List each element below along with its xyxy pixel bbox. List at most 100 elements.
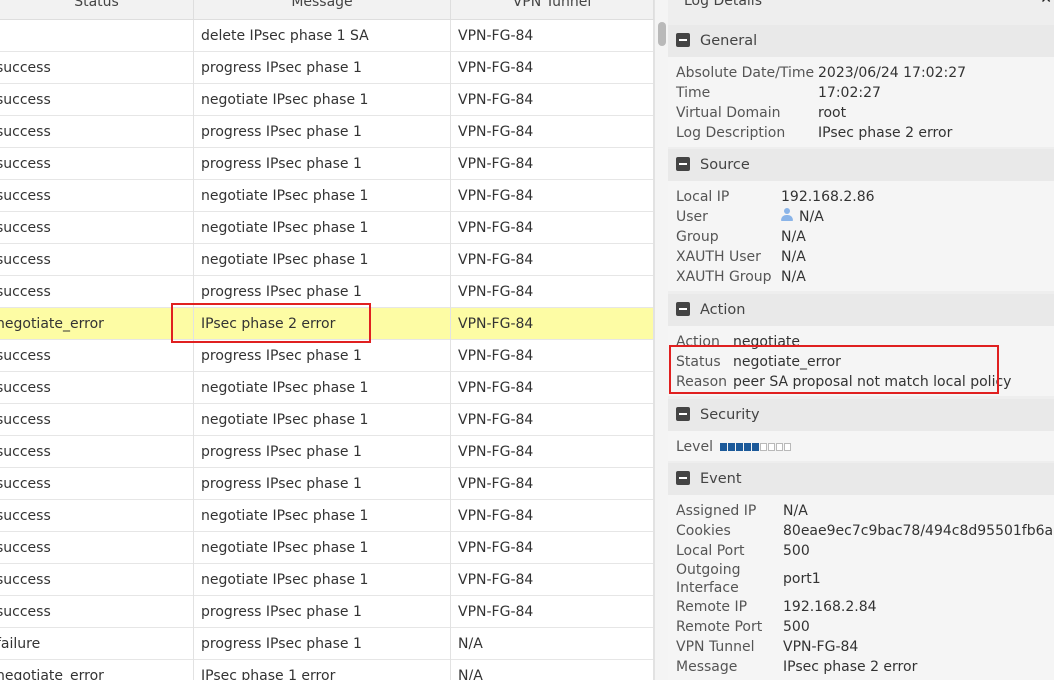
- cell-message: progress IPsec phase 1: [194, 436, 451, 468]
- cell-status: success: [0, 404, 194, 436]
- panel-title: Log Details: [684, 0, 762, 9]
- field-label: User: [676, 209, 708, 225]
- level-segment: [720, 443, 727, 451]
- field-label: XAUTH Group: [676, 269, 772, 285]
- collapse-icon[interactable]: [676, 407, 690, 421]
- close-icon[interactable]: ✕: [1040, 0, 1052, 6]
- table-row[interactable]: success negotiate IPsec phase 1 VPN-FG-84: [0, 404, 654, 436]
- field-label: Remote Port: [676, 619, 763, 635]
- cell-status: failure: [0, 628, 194, 660]
- field-virtual-domain: root: [818, 105, 847, 121]
- cell-status: success: [0, 340, 194, 372]
- field-assigned-ip: N/A: [783, 503, 808, 519]
- column-header-message[interactable]: Message: [194, 0, 451, 20]
- section-title: Security: [700, 407, 760, 423]
- collapse-icon[interactable]: [676, 33, 690, 47]
- cell-vpn-tunnel: VPN-FG-84: [451, 532, 654, 564]
- cell-message: IPsec phase 1 error: [194, 660, 451, 680]
- field-label: Remote IP: [676, 599, 748, 615]
- level-segment: [728, 443, 735, 451]
- table-row[interactable]: success negotiate IPsec phase 1 VPN-FG-84: [0, 564, 654, 596]
- field-vpn-tunnel: VPN-FG-84: [783, 639, 859, 655]
- cell-message: negotiate IPsec phase 1: [194, 532, 451, 564]
- section-header-source[interactable]: Source: [668, 149, 1054, 181]
- field-user: N/A: [799, 209, 824, 225]
- field-label: Outgoing: [676, 562, 741, 578]
- cell-status: success: [0, 276, 194, 308]
- field-label: Virtual Domain: [676, 105, 781, 121]
- table-row[interactable]: delete IPsec phase 1 SA VPN-FG-84: [0, 20, 654, 52]
- cell-message: negotiate IPsec phase 1: [194, 244, 451, 276]
- cell-message: negotiate IPsec phase 1: [194, 500, 451, 532]
- field-remote-ip: 192.168.2.84: [783, 599, 877, 615]
- section-general: General Absolute Date/Time 2023/06/24 17:…: [668, 25, 1054, 147]
- field-time: 17:02:27: [818, 85, 881, 101]
- table-row[interactable]: success progress IPsec phase 1 VPN-FG-84: [0, 148, 654, 180]
- table-row[interactable]: success progress IPsec phase 1 VPN-FG-84: [0, 436, 654, 468]
- section-header-event[interactable]: Event: [668, 463, 1054, 495]
- field-label: Interface: [676, 580, 739, 596]
- cell-status: success: [0, 564, 194, 596]
- cell-message: delete IPsec phase 1 SA: [194, 20, 451, 52]
- collapse-icon[interactable]: [676, 157, 690, 171]
- table-row[interactable]: success negotiate IPsec phase 1 VPN-FG-84: [0, 212, 654, 244]
- cell-status: success: [0, 468, 194, 500]
- section-header-action[interactable]: Action: [668, 294, 1054, 326]
- section-title: Event: [700, 471, 742, 487]
- security-level-meter: [720, 443, 792, 451]
- table-row[interactable]: success progress IPsec phase 1 VPN-FG-84: [0, 468, 654, 500]
- collapse-icon[interactable]: [676, 302, 690, 316]
- table-row[interactable]: success progress IPsec phase 1 VPN-FG-84: [0, 596, 654, 628]
- field-label: VPN Tunnel: [676, 639, 755, 655]
- cell-vpn-tunnel: VPN-FG-84: [451, 116, 654, 148]
- cell-status: success: [0, 180, 194, 212]
- section-header-security[interactable]: Security: [668, 399, 1054, 431]
- cell-vpn-tunnel: N/A: [451, 660, 654, 680]
- section-source: Source Local IP 192.168.2.86 User N/A Grou…: [668, 149, 1054, 291]
- cell-status: [0, 20, 194, 52]
- table-row[interactable]: success negotiate IPsec phase 1 VPN-FG-84: [0, 180, 654, 212]
- section-title: Action: [700, 302, 746, 318]
- table-row[interactable]: negotiate_error IPsec phase 1 error N/A: [0, 660, 654, 680]
- cell-vpn-tunnel: VPN-FG-84: [451, 436, 654, 468]
- table-row[interactable]: success negotiate IPsec phase 1 VPN-FG-84: [0, 500, 654, 532]
- table-row[interactable]: success progress IPsec phase 1 VPN-FG-84: [0, 340, 654, 372]
- cell-vpn-tunnel: VPN-FG-84: [451, 500, 654, 532]
- cell-vpn-tunnel: VPN-FG-84: [451, 276, 654, 308]
- user-icon: [781, 208, 793, 222]
- table-row[interactable]: success negotiate IPsec phase 1 VPN-FG-84: [0, 244, 654, 276]
- field-group: N/A: [781, 229, 806, 245]
- cell-vpn-tunnel: VPN-FG-84: [451, 20, 654, 52]
- cell-vpn-tunnel: VPN-FG-84: [451, 212, 654, 244]
- cell-vpn-tunnel: VPN-FG-84: [451, 84, 654, 116]
- cell-status: negotiate_error: [0, 660, 194, 680]
- section-header-general[interactable]: General: [668, 25, 1054, 57]
- field-cookies: 80eae9ec7c9bac78/494c8d95501fb6a3: [783, 523, 1054, 539]
- level-segment: [768, 443, 775, 451]
- cell-message: progress IPsec phase 1: [194, 628, 451, 660]
- scrollbar-thumb[interactable]: [658, 22, 666, 46]
- cell-status: success: [0, 148, 194, 180]
- collapse-icon[interactable]: [676, 471, 690, 485]
- cell-status: success: [0, 500, 194, 532]
- field-outgoing-interface: port1: [783, 571, 821, 587]
- table-row[interactable]: success negotiate IPsec phase 1 VPN-FG-84: [0, 84, 654, 116]
- table-row[interactable]: failure progress IPsec phase 1 N/A: [0, 628, 654, 660]
- table-row[interactable]: success progress IPsec phase 1 VPN-FG-84: [0, 116, 654, 148]
- table-row[interactable]: success negotiate IPsec phase 1 VPN-FG-84: [0, 532, 654, 564]
- field-label: Time: [676, 85, 711, 101]
- cell-message: progress IPsec phase 1: [194, 468, 451, 500]
- field-xauth-user: N/A: [781, 249, 806, 265]
- section-title: General: [700, 33, 758, 49]
- column-header-vpn-tunnel[interactable]: VPN Tunnel: [451, 0, 654, 20]
- cell-status: success: [0, 244, 194, 276]
- cell-vpn-tunnel: VPN-FG-84: [451, 148, 654, 180]
- cell-vpn-tunnel: VPN-FG-84: [451, 180, 654, 212]
- table-row[interactable]: success negotiate IPsec phase 1 VPN-FG-84: [0, 372, 654, 404]
- column-header-status[interactable]: Status: [0, 0, 194, 20]
- table-row[interactable]: success progress IPsec phase 1 VPN-FG-84: [0, 52, 654, 84]
- field-label: Message: [676, 659, 738, 675]
- cell-vpn-tunnel: VPN-FG-84: [451, 340, 654, 372]
- level-segment: [760, 443, 767, 451]
- vertical-scrollbar[interactable]: [654, 0, 668, 680]
